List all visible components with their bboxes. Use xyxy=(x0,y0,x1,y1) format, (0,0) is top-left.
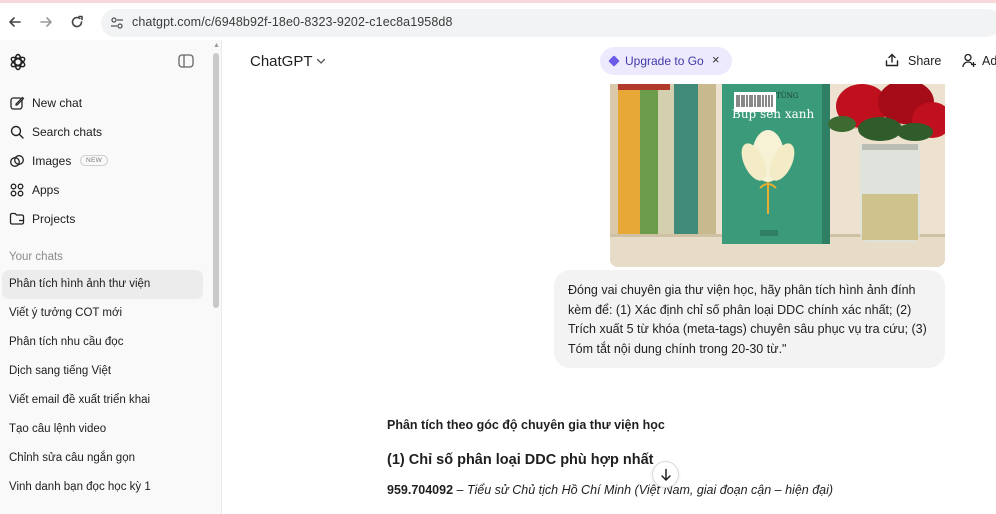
images-icon xyxy=(10,155,24,167)
book-author-text: TÙNG xyxy=(776,91,799,100)
add-person-icon xyxy=(962,53,976,68)
chat-item-label: Viết ý tưởng COT mới xyxy=(9,307,123,319)
chat-item[interactable]: Phân tích nhu cầu đọc xyxy=(2,328,203,357)
chat-item[interactable]: Viết email đề xuất triển khai xyxy=(2,386,203,415)
search-chats-label: Search chats xyxy=(32,125,103,139)
search-icon xyxy=(10,125,24,139)
answer-heading: Phân tích theo góc độ chuyên gia thư việ… xyxy=(387,418,665,432)
main-header: ChatGPT Upgrade to Go × Share Ad xyxy=(223,40,996,84)
openai-logo-icon[interactable] xyxy=(8,52,28,72)
new-chat-label: New chat xyxy=(32,96,83,110)
chat-item[interactable]: Vinh danh bạn đọc học kỳ 1 xyxy=(2,473,203,502)
chat-item[interactable]: Viết ý tưởng COT mới xyxy=(2,299,203,328)
close-icon[interactable]: × xyxy=(712,52,720,67)
chat-item-label: Dịch sang tiếng Việt xyxy=(9,365,112,377)
user-message-text: Đóng vai chuyên gia thư viện học, hãy ph… xyxy=(568,283,927,356)
chat-item-label: Tạo câu lệnh video xyxy=(9,423,107,435)
images-label: Images xyxy=(32,154,72,168)
model-selector[interactable]: ChatGPT xyxy=(250,53,313,70)
apps-icon xyxy=(10,183,24,197)
arrow-down-icon xyxy=(661,468,671,481)
user-message-bubble: Đóng vai chuyên gia thư viện học, hãy ph… xyxy=(554,270,945,368)
images-button[interactable]: Images NEW xyxy=(0,148,205,174)
chat-item[interactable]: Phân tích hình ảnh thư viện xyxy=(2,270,203,299)
reload-icon[interactable] xyxy=(67,12,87,32)
ddc-description: – Tiểu sử Chủ tịch Hồ Chí Minh (Việt Nam… xyxy=(453,483,834,497)
chat-item-label: Chỉnh sửa câu ngắn gọn xyxy=(9,452,135,464)
ddc-code: 959.704092 xyxy=(387,483,454,497)
chevron-down-icon[interactable] xyxy=(316,56,326,66)
sidebar: ▲ New chat Search chats Images NEW Apps … xyxy=(0,40,222,514)
edit-icon xyxy=(10,96,25,110)
attached-image[interactable]: TÙNG Búp sen xanh xyxy=(610,84,945,267)
chat-item-label: Viết email đề xuất triển khai xyxy=(9,394,151,406)
chat-item-label: Vinh danh bạn đọc học kỳ 1 xyxy=(9,481,151,493)
upgrade-button[interactable]: Upgrade to Go × xyxy=(600,47,732,75)
answer-section-title: (1) Chỉ số phân loại DDC phù hợp nhất xyxy=(387,452,654,468)
new-badge: NEW xyxy=(80,155,109,166)
projects-label: Projects xyxy=(32,212,76,226)
sidebar-scrollbar[interactable]: ▲ xyxy=(212,42,220,514)
browser-toolbar: chatgpt.com/c/6948b92f-18e0-8323-9202-c1… xyxy=(0,0,996,40)
apps-label: Apps xyxy=(32,183,60,197)
chat-item-label: Phân tích nhu cầu đọc xyxy=(9,336,124,348)
upgrade-label: Upgrade to Go xyxy=(625,54,704,68)
your-chats-heading: Your chats xyxy=(9,251,63,263)
chat-item[interactable]: Chỉnh sửa câu ngắn gọn xyxy=(2,444,203,473)
book-title-text: Búp sen xanh xyxy=(732,107,814,121)
chat-item[interactable]: Tạo câu lệnh video xyxy=(2,415,203,444)
scroll-to-bottom-button[interactable] xyxy=(652,461,679,488)
ddc-answer-line: 959.704092 – Tiểu sử Chủ tịch Hồ Chí Min… xyxy=(387,483,833,497)
diamond-icon xyxy=(608,55,620,67)
url-text[interactable]: chatgpt.com/c/6948b92f-18e0-8323-9202-c1… xyxy=(132,15,453,29)
toggle-sidebar-icon[interactable] xyxy=(178,54,194,68)
address-bar[interactable]: chatgpt.com/c/6948b92f-18e0-8323-9202-c1… xyxy=(101,9,996,37)
add-people-button[interactable]: Ad xyxy=(960,51,996,73)
apps-button[interactable]: Apps xyxy=(0,177,205,203)
sidebar-scroll-thumb[interactable] xyxy=(213,53,219,308)
bookshelf-photo: TÙNG Búp sen xanh xyxy=(610,84,945,267)
chat-item[interactable]: Dịch sang tiếng Việt xyxy=(2,357,203,386)
forward-arrow-icon[interactable] xyxy=(36,12,56,32)
new-chat-button[interactable]: New chat xyxy=(0,90,205,116)
back-arrow-icon[interactable] xyxy=(5,12,25,32)
folder-icon xyxy=(9,212,25,225)
search-chats-button[interactable]: Search chats xyxy=(0,119,205,145)
share-label: Share xyxy=(908,54,942,68)
site-info-icon[interactable] xyxy=(109,15,125,31)
chat-item-label: Phân tích hình ảnh thư viện xyxy=(9,278,151,290)
share-icon xyxy=(885,53,899,67)
projects-button[interactable]: Projects xyxy=(0,206,205,232)
scroll-up-arrow-icon[interactable]: ▲ xyxy=(213,42,220,49)
add-people-label: Ad xyxy=(982,54,996,68)
